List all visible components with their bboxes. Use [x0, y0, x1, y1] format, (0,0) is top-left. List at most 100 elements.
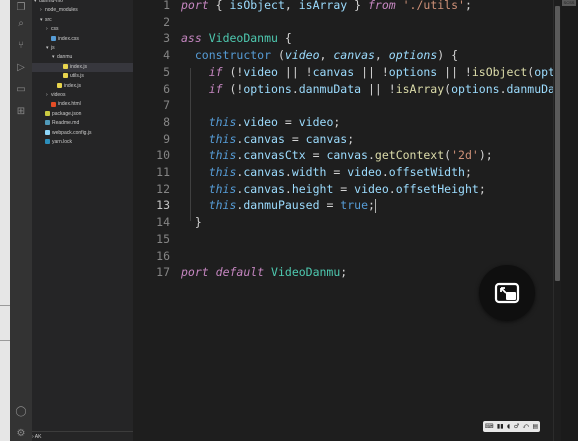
activity-bar: ❐ ⌕ ⑂ ▷ ▭ ⊞ ◯ ⚙: [10, 0, 32, 441]
file-type-icon: [51, 101, 56, 107]
code-token: isObject: [471, 64, 528, 79]
line-number: 2: [163, 14, 170, 29]
explorer-tree-item[interactable]: yarn.lock: [32, 138, 133, 147]
explorer-tree-item[interactable]: ▾ danmu-mo: [32, 0, 133, 6]
explorer-tree-item[interactable]: index.js: [32, 82, 133, 91]
line-number: 12: [156, 181, 170, 196]
explorer-item-label: index.css: [58, 35, 79, 42]
explorer-item-label: node_modules: [45, 7, 78, 14]
explorer-tree-item[interactable]: ▾ src: [32, 16, 133, 25]
search-icon[interactable]: ⌕: [14, 18, 28, 30]
code-token: ;: [347, 131, 355, 146]
files-icon[interactable]: ❐: [14, 2, 28, 14]
explorer-tree-item[interactable]: utils.js: [32, 72, 133, 81]
code-line: 2: [133, 14, 553, 31]
explorer-item-label: danmu: [57, 54, 73, 61]
explorer-item-label: js: [51, 45, 55, 51]
explorer-tree-item[interactable]: index.css: [32, 35, 133, 44]
mini-toolbar-icon[interactable]: ▮▮: [497, 421, 504, 432]
account-icon[interactable]: ◯: [14, 406, 28, 418]
code-line: 13 this.danmuPaused = true;: [133, 197, 553, 214]
file-type-icon: [57, 82, 62, 88]
code-token: canvas: [243, 131, 285, 146]
code-token: danmuDat: [506, 81, 554, 96]
line-number: 3: [163, 31, 170, 46]
code-line: 8 this.video = video;: [133, 114, 553, 131]
run-debug-icon[interactable]: ▷: [14, 62, 28, 74]
code-token: if: [208, 81, 223, 96]
code-editor[interactable]: 1 port { isObject, isArray } from './util…: [133, 0, 553, 441]
code-line: 6 if (!options.danmuData || !isArray(opt…: [133, 81, 553, 98]
code-token: optio: [534, 64, 553, 79]
explorer-item-label: package.json: [52, 110, 82, 117]
picture-in-picture-button[interactable]: [479, 265, 535, 321]
code-token: ;: [464, 0, 472, 12]
extensions-icon[interactable]: ⊞: [14, 106, 28, 118]
code-token: '2d': [451, 148, 479, 163]
code-text: this.danmuPaused = true;: [181, 197, 376, 214]
code-token: this: [208, 114, 237, 129]
line-number: 5: [163, 64, 170, 79]
code-line: 11 this.canvas.width = video.offsetWidth…: [133, 164, 553, 181]
line-number: 6: [163, 81, 170, 96]
settings-gear-icon[interactable]: ⚙: [14, 428, 28, 440]
explorer-tree-item[interactable]: › videos: [32, 91, 133, 100]
code-token: canvas: [305, 131, 348, 146]
code-token: .: [499, 81, 507, 96]
code-token: }: [347, 0, 368, 12]
editor-vertical-scrollbar[interactable]: [553, 0, 561, 441]
code-token: getContext: [374, 148, 445, 163]
code-token: options: [388, 64, 438, 79]
code-token: this: [208, 181, 237, 196]
explorer-tree-item[interactable]: › css: [32, 25, 133, 34]
mini-toolbar-icon[interactable]: ◖: [507, 421, 510, 432]
explorer-tree-item[interactable]: ▾ js: [32, 44, 133, 53]
code-token: ,: [374, 48, 389, 63]
code-token: =: [333, 181, 355, 196]
source-control-icon[interactable]: ⑂: [14, 40, 28, 52]
desktop-edge-left: [0, 0, 10, 441]
explorer-tree-item[interactable]: Readme.md: [32, 119, 133, 128]
code-token: VideoDanmu: [271, 265, 341, 280]
explorer-tree-item[interactable]: › node_modules: [32, 6, 133, 15]
outline-section-header[interactable]: › AK: [32, 431, 133, 441]
explorer-tree-item[interactable]: package.json: [32, 110, 133, 119]
desktop-edge-right: SCSS: [561, 0, 578, 441]
code-text: ass VideoDanmu {: [181, 30, 292, 47]
mini-toolbar-icon[interactable]: ♂: [514, 421, 519, 432]
text-cursor: [374, 198, 376, 213]
code-token: (: [271, 48, 285, 63]
mini-toolbar-icon[interactable]: ▤: [533, 421, 539, 432]
code-text: port { isObject, isArray } from './utils…: [181, 0, 472, 14]
code-token: './utils': [402, 0, 465, 12]
code-line: 5 if (!video || !canvas || !options || !…: [133, 64, 553, 81]
mini-toolbar-icon[interactable]: ⌨: [485, 421, 494, 432]
code-text: }: [181, 214, 202, 231]
code-token: }: [181, 215, 202, 230]
explorer-item-label: utils.js: [70, 73, 84, 80]
mini-toolbar-icon[interactable]: ⤺: [523, 421, 529, 432]
remote-explorer-icon[interactable]: ▭: [14, 84, 28, 96]
line-number: 15: [156, 231, 170, 246]
code-token: video: [243, 64, 278, 79]
explorer-item-label: index.js: [70, 63, 87, 70]
code-token: isObject: [229, 0, 285, 12]
code-token: video: [298, 114, 334, 129]
explorer-tree-item[interactable]: index.html: [32, 100, 133, 109]
explorer-tree-item[interactable]: ▾ danmu: [32, 53, 133, 62]
explorer-tree-item[interactable]: webpack.config.js: [32, 129, 133, 138]
code-text: if (!video || !canvas || !options || !is…: [181, 64, 553, 81]
scrollbar-thumb[interactable]: [555, 6, 560, 281]
explorer-tree-item[interactable]: index.js: [32, 62, 133, 72]
picture-in-picture-icon: [494, 282, 520, 304]
line-number: 14: [156, 215, 170, 230]
code-token: this: [208, 148, 237, 163]
